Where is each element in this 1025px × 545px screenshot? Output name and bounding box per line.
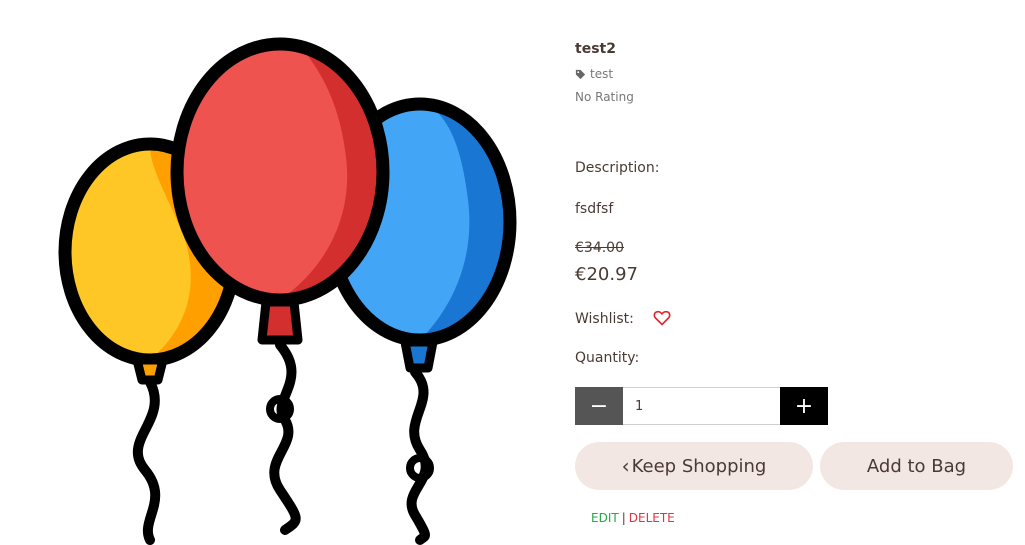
add-to-bag-button[interactable]: Add to Bag [820, 442, 1013, 490]
admin-links: EDIT | DELETE [591, 511, 675, 525]
tag-label: test [590, 67, 614, 81]
description-label: Description: [575, 160, 660, 176]
product-description: fsdfsf [575, 201, 614, 217]
product-image [0, 0, 560, 545]
decrement-button[interactable]: − [575, 387, 623, 425]
product-details: test2 test No Rating Description: fsdfsf… [575, 0, 1015, 545]
product-tag[interactable]: test [575, 67, 613, 81]
quantity-stepper: − + [575, 387, 828, 425]
quantity-input[interactable] [623, 387, 780, 425]
tag-icon [575, 69, 586, 79]
wishlist-label: Wishlist: [575, 311, 634, 327]
keep-shopping-button[interactable]: ‹ Keep Shopping [575, 442, 813, 490]
heart-outline-icon[interactable] [653, 310, 671, 326]
increment-button[interactable]: + [780, 387, 828, 425]
chevron-left-icon: ‹ [621, 454, 630, 478]
sale-price: €20.97 [575, 264, 638, 285]
product-rating: No Rating [575, 90, 634, 104]
edit-link[interactable]: EDIT [591, 511, 619, 525]
delete-link[interactable]: DELETE [629, 511, 675, 525]
admin-separator: | [621, 511, 626, 525]
keep-shopping-label: Keep Shopping [631, 455, 767, 477]
product-title: test2 [575, 41, 616, 57]
balloons-illustration [58, 37, 517, 545]
quantity-label: Quantity: [575, 350, 640, 366]
original-price: €34.00 [575, 240, 624, 256]
